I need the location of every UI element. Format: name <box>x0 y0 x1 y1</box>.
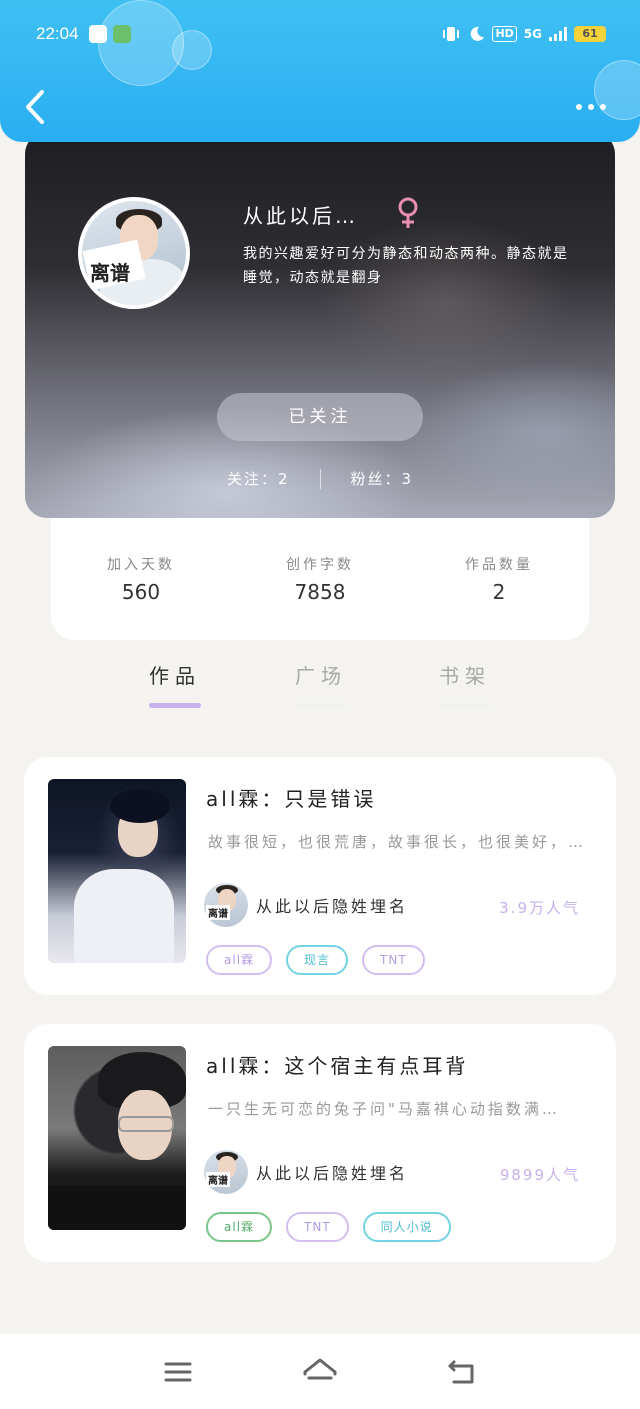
work-card[interactable]: all霖：只是错误 故事很短，也很荒唐，故事很长，也很美好，… 离谱 从此以后隐… <box>24 757 616 995</box>
vibrate-icon <box>443 27 460 41</box>
work-title[interactable]: all霖：这个宿主有点耳背 <box>206 1050 468 1079</box>
tab-label: 书架 <box>439 664 491 688</box>
back-nav-icon[interactable] <box>446 1356 478 1388</box>
hd-badge: HD <box>492 26 517 42</box>
follow-counts: 关注：2 粉丝：3 <box>25 468 615 489</box>
stat-works-count: 作品数量 2 <box>409 554 589 604</box>
tag[interactable]: 现言 <box>286 945 349 975</box>
avatar-sign-text: 离谱 <box>90 261 130 285</box>
stat-value: 2 <box>492 580 506 604</box>
followed-button[interactable]: 已关注 <box>217 393 423 441</box>
following-count[interactable]: 关注：2 <box>227 468 290 489</box>
work-card[interactable]: all霖：这个宿主有点耳背 一只生无可恋的兔子问"马嘉祺心动指数满… 离谱 从此… <box>24 1024 616 1262</box>
profile-card: 离谱 从此以后… 我的兴趣爱好可分为静态和动态两种。静态就是睡觉，动态就是翻身 … <box>25 132 615 518</box>
stat-label: 作品数量 <box>465 557 533 573</box>
avatar[interactable]: 离谱 <box>78 197 190 309</box>
work-cover-image[interactable] <box>48 1046 186 1230</box>
stat-value: 560 <box>121 580 161 604</box>
stat-value: 7858 <box>294 580 346 604</box>
stat-label: 创作字数 <box>286 557 354 573</box>
author-avatar[interactable]: 离谱 <box>204 1150 248 1194</box>
tab-label: 广场 <box>295 664 347 688</box>
app-notification-icon <box>112 25 131 43</box>
notification-icon <box>88 25 107 43</box>
work-author[interactable]: 离谱 从此以后隐姓埋名 <box>204 1150 408 1194</box>
tag-list: all霖 TNT 同人小说 <box>206 1212 451 1242</box>
tab-indicator <box>149 703 201 708</box>
author-avatar[interactable]: 离谱 <box>204 883 248 927</box>
tab-bookshelf[interactable]: 书架 <box>420 660 510 708</box>
work-description: 故事很短，也很荒唐，故事很长，也很美好，… <box>208 833 587 851</box>
popularity-count: 3.9万人气 <box>499 899 580 917</box>
author-name: 从此以后隐姓埋名 <box>256 1164 409 1183</box>
popularity-count: 9899人气 <box>499 1166 580 1184</box>
status-time: 22:04 <box>36 24 79 43</box>
menu-icon[interactable] <box>162 1356 194 1388</box>
stat-word-count: 创作字数 7858 <box>230 554 410 604</box>
more-icon[interactable] <box>576 98 612 116</box>
tab-label: 作品 <box>149 664 201 688</box>
bio-text: 我的兴趣爱好可分为静态和动态两种。静态就是睡觉，动态就是翻身 <box>243 246 569 286</box>
app-header: 22:04 HD 5G 61 <box>0 0 640 142</box>
system-nav-bar <box>0 1334 640 1409</box>
signal-icon <box>549 27 567 41</box>
home-icon[interactable] <box>302 1356 338 1388</box>
avatar-sign-text: 离谱 <box>206 1172 230 1187</box>
work-author[interactable]: 离谱 从此以后隐姓埋名 <box>204 883 408 927</box>
tag[interactable]: all霖 <box>206 1212 273 1242</box>
username: 从此以后… <box>243 204 358 228</box>
tag[interactable]: 同人小说 <box>362 1212 451 1242</box>
work-description: 一只生无可恋的兔子问"马嘉祺心动指数满… <box>208 1100 560 1118</box>
tab-square[interactable]: 广场 <box>276 660 366 708</box>
work-title[interactable]: all霖：只是错误 <box>206 783 376 812</box>
tag-list: all霖 现言 TNT <box>206 945 425 975</box>
tab-indicator <box>295 703 347 708</box>
network-label: 5G <box>523 27 542 41</box>
stats-card: 加入天数 560 创作字数 7858 作品数量 2 <box>51 500 589 640</box>
tag[interactable]: TNT <box>286 1212 349 1242</box>
tab-bar: 作品 广场 书架 <box>0 660 640 720</box>
back-icon[interactable] <box>22 88 48 126</box>
female-icon <box>398 197 418 228</box>
tab-works[interactable]: 作品 <box>130 660 220 708</box>
moon-icon <box>471 26 485 41</box>
avatar-sign-text: 离谱 <box>206 905 230 920</box>
divider <box>319 468 321 489</box>
battery-indicator: 61 <box>574 26 606 42</box>
tag[interactable]: TNT <box>362 945 425 975</box>
stat-label: 加入天数 <box>107 557 175 573</box>
stat-join-days: 加入天数 560 <box>51 554 231 604</box>
author-name: 从此以后隐姓埋名 <box>256 897 409 916</box>
status-bar: 22:04 HD 5G 61 <box>36 20 606 48</box>
work-cover-image[interactable] <box>48 779 186 963</box>
tab-indicator <box>439 703 491 708</box>
tag[interactable]: all霖 <box>206 945 273 975</box>
fans-count[interactable]: 粉丝：3 <box>351 468 414 489</box>
